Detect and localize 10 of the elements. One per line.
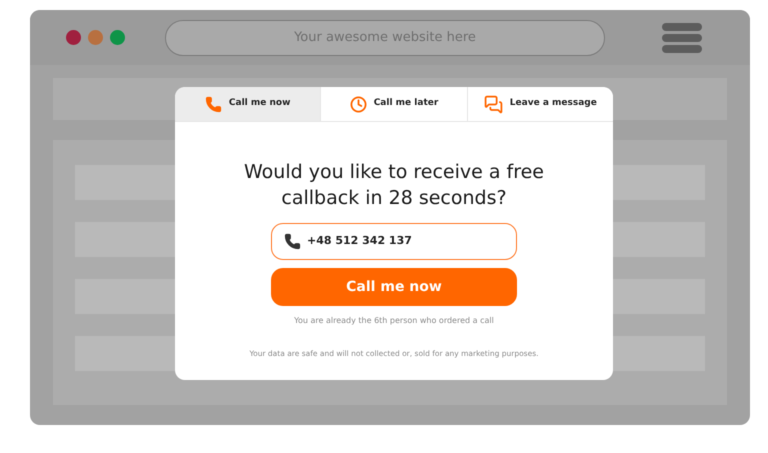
popup-tab[interactable]: Call me now (175, 87, 320, 121)
clock-icon (350, 96, 367, 112)
phone-icon (284, 233, 301, 250)
phone-input[interactable]: +48 512 342 137 (271, 223, 517, 260)
popup-heading: Would you like to receive a free callback in 28 seconds? (242, 160, 545, 211)
callers-note: You are already the 6th person who ordered a call (294, 315, 494, 327)
menu-icon[interactable] (662, 22, 702, 52)
chat-icon (484, 94, 503, 114)
popup-tab[interactable]: Leave a message (466, 87, 613, 121)
phone-icon (204, 96, 222, 112)
